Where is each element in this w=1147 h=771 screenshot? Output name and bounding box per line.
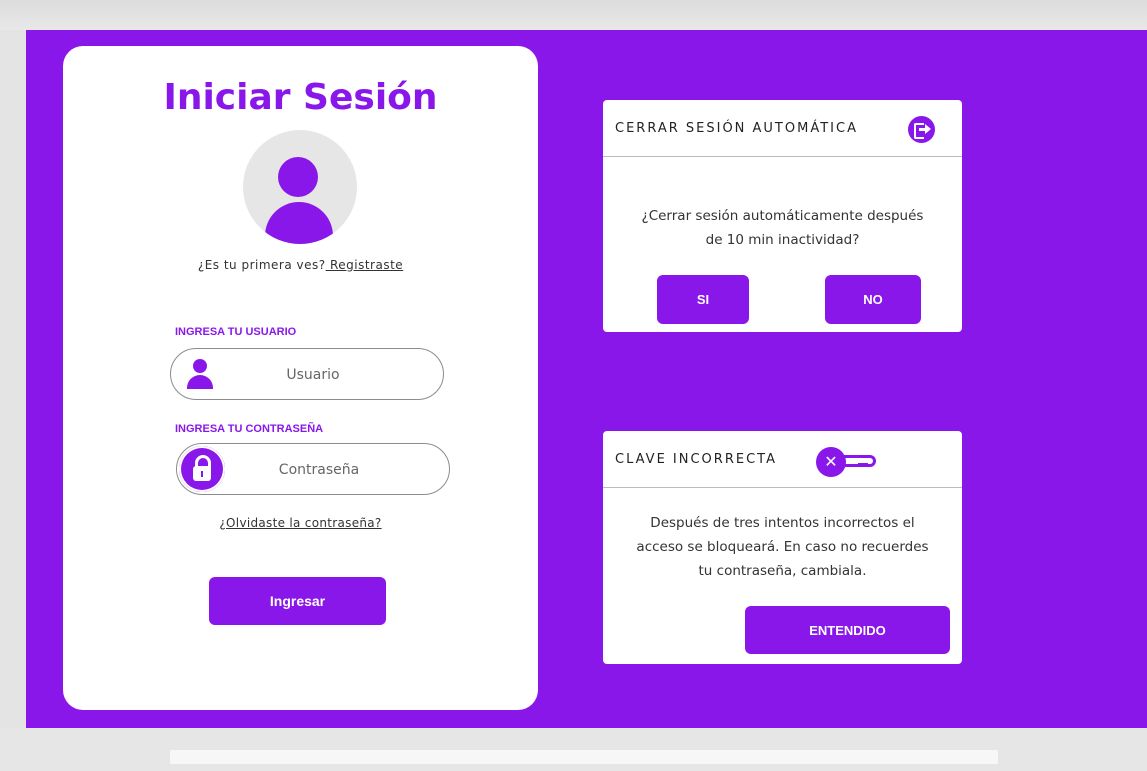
first-time-text: ¿Es tu primera ves? [197,258,326,272]
wrong-key-icon: ✕ [816,447,880,477]
wrong-password-dialog: CLAVE INCORRECTA ✕ Después de tres inten… [603,431,962,664]
logout-icon-arrowhead [925,124,931,134]
auto-logout-title: CERRAR SESIÓN AUTOMÁTICA [615,120,858,136]
register-link[interactable]: Registraste [326,258,404,272]
password-input[interactable] [237,457,401,483]
user-icon [185,359,215,391]
no-button[interactable]: NO [825,275,921,324]
lock-icon-keyhole [201,471,203,477]
avatar [243,130,357,244]
wrong-password-message: Después de tres intentos incorrectos el … [603,511,962,583]
user-icon-body [187,375,213,389]
login-card: Iniciar Sesión ¿Es tu primera ves? Regis… [63,46,538,710]
lock-icon [179,446,225,492]
username-input[interactable] [231,362,395,388]
logout-icon-door [914,123,924,139]
avatar-body [265,202,333,244]
wrong-key-tooth [858,463,868,466]
auto-logout-dialog: CERRAR SESIÓN AUTOMÁTICA ¿Cerrar sesión … [603,100,962,332]
logout-icon [908,116,935,143]
wrong-key-x-icon: ✕ [816,447,846,477]
wrong-password-title: CLAVE INCORRECTA [615,451,777,467]
user-icon-head [193,359,207,373]
understood-button[interactable]: ENTENDIDO [745,606,950,654]
wrong-password-header: CLAVE INCORRECTA [603,431,962,488]
window-frame-top [0,0,1147,30]
username-field[interactable] [170,348,444,400]
wrong-password-message-line: Después de tres intentos incorrectos el [650,515,915,531]
login-title: Iniciar Sesión [163,77,438,118]
window-bottom-bar [170,750,998,764]
first-time-prompt: ¿Es tu primera ves? Registraste [63,258,538,272]
auto-logout-message: ¿Cerrar sesión automáticamente después d… [603,204,962,252]
login-button[interactable]: Ingresar [209,577,386,625]
password-field[interactable] [176,443,450,495]
auto-logout-message-line: ¿Cerrar sesión automáticamente después [641,208,924,224]
password-label: INGRESA TU CONTRASEÑA [175,423,324,435]
yes-button[interactable]: SI [657,275,749,324]
avatar-head [278,157,318,197]
auto-logout-message-line: de 10 min inactividad? [705,232,860,248]
forgot-password-link[interactable]: ¿Olvidaste la contraseña? [63,516,538,530]
wrong-password-message-line: tu contraseña, cambiala. [698,563,867,579]
username-label: INGRESA TU USUARIO [175,326,297,338]
wrong-password-message-line: acceso se bloqueará. En caso no recuerde… [636,539,929,555]
